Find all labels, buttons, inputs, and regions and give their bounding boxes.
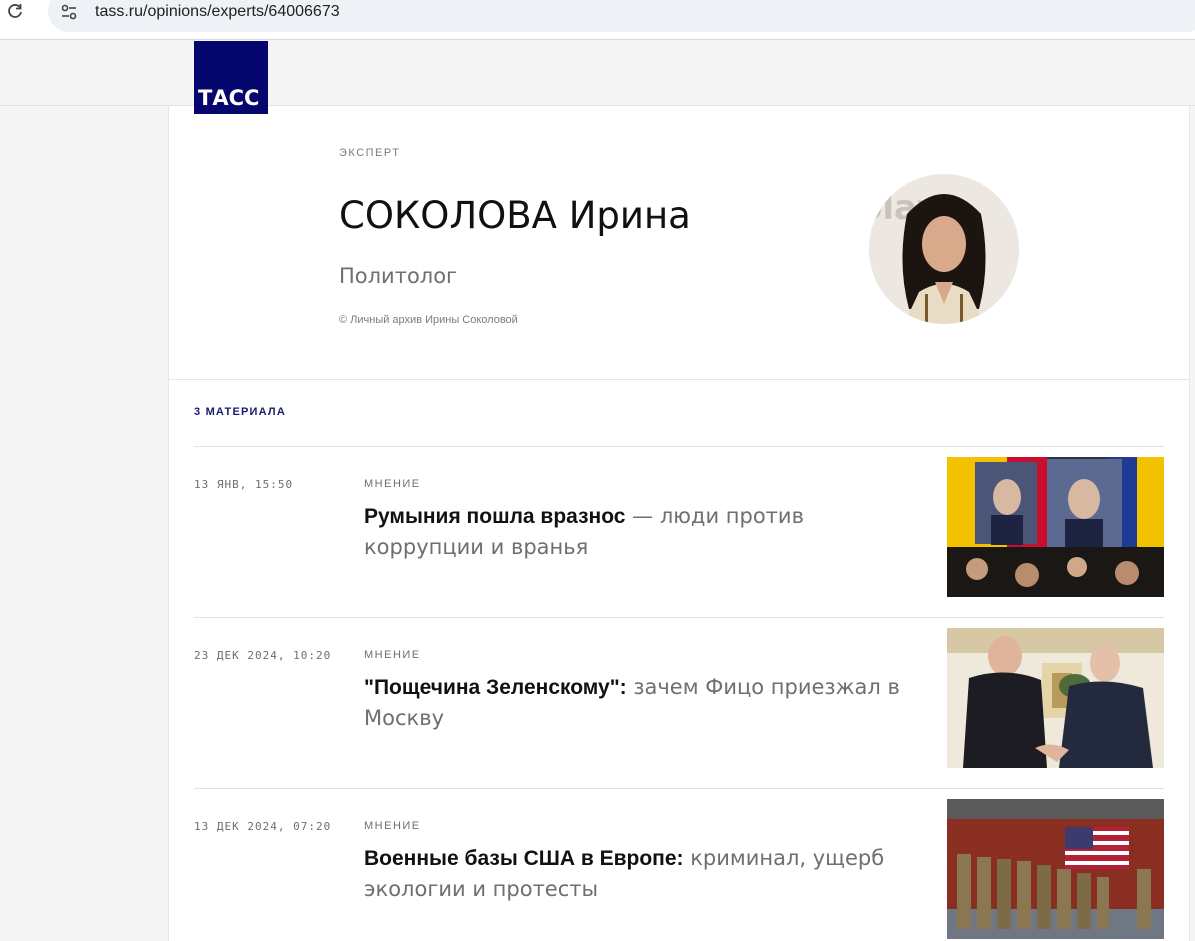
expert-avatar: olava <box>869 174 1019 324</box>
item-title-lead[interactable]: "Пощечина Зеленскому": <box>364 676 627 699</box>
reload-icon[interactable] <box>6 2 24 20</box>
item-date: 13 ДЕК 2024, 07:20 <box>194 820 332 833</box>
row-divider <box>194 446 1164 447</box>
logo-text: ТАСС <box>198 86 260 110</box>
list-item[interactable]: 23 ДЕК 2024, 10:20 МНЕНИЕ "Пощечина Зеле… <box>194 628 1164 799</box>
item-kind: МНЕНИЕ <box>364 478 421 490</box>
list-item[interactable]: 13 ДЕК 2024, 07:20 МНЕНИЕ Военные базы С… <box>194 799 1164 941</box>
tass-logo[interactable]: ТАСС <box>194 41 268 114</box>
row-divider <box>194 617 1164 618</box>
url-text[interactable]: tass.ru/opinions/experts/64006673 <box>95 3 340 21</box>
item-title-lead[interactable]: Румыния пошла вразнос <box>364 505 625 528</box>
item-title[interactable]: Румыния пошла вразнос — люди против корр… <box>364 501 924 562</box>
section-divider <box>169 379 1189 380</box>
item-title-lead[interactable]: Военные базы США в Европе: <box>364 847 684 870</box>
photo-credit: © Личный архив Ирины Соколовой <box>339 314 518 326</box>
materials-count: 3 МАТЕРИАЛА <box>194 406 286 418</box>
browser-toolbar: tass.ru/opinions/experts/64006673 <box>0 0 1195 40</box>
row-divider <box>194 788 1164 789</box>
item-date: 13 ЯНВ, 15:50 <box>194 478 294 491</box>
expert-name: СОКОЛОВА Ирина <box>339 194 691 237</box>
site-settings-icon[interactable] <box>60 3 78 21</box>
expert-role: Политолог <box>339 264 458 288</box>
item-thumbnail[interactable] <box>947 799 1164 939</box>
site-header <box>0 40 1195 106</box>
item-title[interactable]: "Пощечина Зеленскому": зачем Фицо приезж… <box>364 672 924 733</box>
list-item[interactable]: 13 ЯНВ, 15:50 МНЕНИЕ Румыния пошла вразн… <box>194 457 1164 628</box>
item-kind: МНЕНИЕ <box>364 820 421 832</box>
expert-label: ЭКСПЕРТ <box>339 147 401 159</box>
item-date: 23 ДЕК 2024, 10:20 <box>194 649 332 662</box>
item-title[interactable]: Военные базы США в Европе: криминал, уще… <box>364 843 924 904</box>
item-thumbnail[interactable] <box>947 457 1164 597</box>
item-thumbnail[interactable] <box>947 628 1164 768</box>
item-kind: МНЕНИЕ <box>364 649 421 661</box>
